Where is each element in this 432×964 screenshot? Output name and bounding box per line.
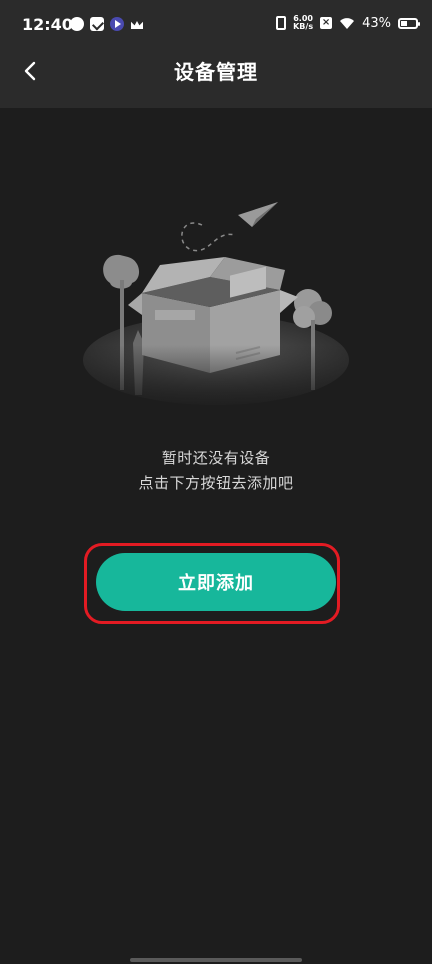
app-notification-icon: [70, 17, 84, 31]
notification-icons: [70, 17, 144, 31]
status-bar: 12:40 6.00 KB/s × 43%: [0, 0, 432, 50]
status-right-group: 6.00 KB/s × 43%: [276, 15, 420, 31]
mail-icon: [90, 17, 104, 31]
empty-state-title: 暂时还没有设备: [161, 449, 271, 467]
empty-box-illustration: [80, 202, 352, 415]
crown-icon: [130, 17, 144, 31]
play-icon: [110, 17, 124, 31]
net-speed: 6.00 KB/s: [293, 15, 313, 31]
net-speed-unit: KB/s: [293, 22, 314, 31]
wifi-icon: [340, 18, 355, 29]
battery-icon: [398, 17, 420, 29]
vibrate-icon: [276, 16, 287, 30]
status-time: 12:40: [22, 15, 73, 34]
empty-state-hint: 点击下方按钮去添加吧: [138, 474, 294, 492]
page-title: 设备管理: [174, 60, 258, 84]
add-device-button[interactable]: 立即添加: [96, 553, 336, 611]
top-app-bar: 设备管理: [0, 50, 432, 108]
battery-percent: 43%: [362, 15, 391, 31]
home-indicator[interactable]: [130, 958, 302, 962]
no-sim-icon: ×: [320, 17, 333, 29]
